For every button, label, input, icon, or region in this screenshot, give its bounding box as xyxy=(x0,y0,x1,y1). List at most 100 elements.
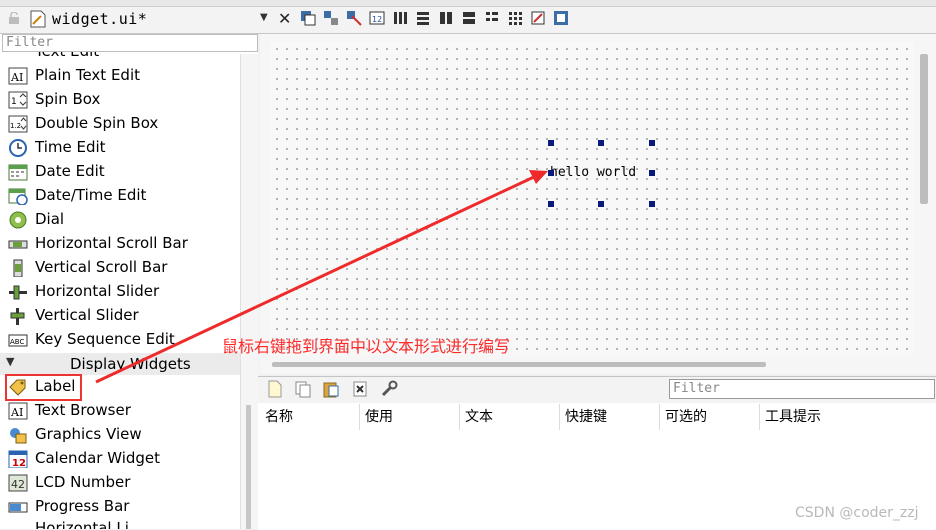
widget-filter-input[interactable]: Filter xyxy=(2,34,258,52)
resize-handle[interactable] xyxy=(598,201,604,207)
layout-splitter-h-icon[interactable] xyxy=(438,10,454,26)
edit-buddies-icon[interactable] xyxy=(346,10,362,26)
close-icon[interactable]: ✕ xyxy=(278,9,291,28)
edit-signals-icon[interactable] xyxy=(323,10,339,26)
widget-item-dial[interactable]: Dial xyxy=(0,208,238,232)
wrench-icon[interactable] xyxy=(380,380,398,398)
lcd-number-icon: 42 xyxy=(8,474,28,492)
scrollbar-thumb[interactable] xyxy=(246,405,251,529)
resize-handle[interactable] xyxy=(598,140,604,146)
lock-icon xyxy=(9,12,19,24)
menu-bar xyxy=(0,0,936,7)
vertical-slider-icon xyxy=(10,308,25,325)
widget-item-double-spin-box[interactable]: 1.2 Double Spin Box xyxy=(0,112,238,136)
resize-handle[interactable] xyxy=(649,170,655,176)
plain-text-edit-icon: AI xyxy=(8,67,28,85)
calendar-widget-icon: 12 xyxy=(8,450,28,468)
column-header-shortcut[interactable]: 快捷键 xyxy=(560,404,660,430)
action-filter-input[interactable]: Filter xyxy=(669,379,935,399)
horizontal-slider-icon xyxy=(9,285,27,300)
editor-horizontal-scrollbar[interactable] xyxy=(272,362,766,367)
widget-item-label: Horizontal Li xyxy=(35,519,129,529)
widget-item-label: Text Browser xyxy=(35,401,131,419)
widget-item-time-edit[interactable]: Time Edit xyxy=(0,136,238,160)
widget-item-label: Vertical Scroll Bar xyxy=(35,258,168,276)
edit-tab-order-icon[interactable]: 12 xyxy=(369,10,385,26)
widget-item-vertical-scroll-bar[interactable]: Vertical Scroll Bar xyxy=(0,256,238,280)
layout-horizontal-icon[interactable] xyxy=(392,10,408,26)
document-tab-title[interactable]: widget.ui* xyxy=(52,10,147,28)
widget-item-label: Dial xyxy=(35,210,65,228)
widget-item-label: Graphics View xyxy=(35,425,142,443)
widget-item-horizontal-slider[interactable]: Horizontal Slider xyxy=(0,280,238,304)
widget-item-label: Time Edit xyxy=(35,138,106,156)
widget-item-label: Spin Box xyxy=(35,90,101,108)
double-spin-box-icon: 1.2 xyxy=(8,115,28,133)
widget-item-vertical-slider[interactable]: Vertical Slider xyxy=(0,304,238,328)
vertical-scrollbar-icon xyxy=(13,259,23,277)
widget-item-text-browser[interactable]: AI Text Browser xyxy=(0,399,238,423)
widget-item-label: Horizontal Slider xyxy=(35,282,160,300)
text-browser-icon: AI xyxy=(8,402,28,420)
widget-item-lcd-number[interactable]: 42 LCD Number xyxy=(0,471,238,495)
svg-text:42: 42 xyxy=(11,478,25,491)
column-header-used[interactable]: 使用 xyxy=(360,404,460,430)
editor-vertical-scrollbar[interactable] xyxy=(920,54,928,204)
action-table-header: 名称 使用 文本 快捷键 可选的 工具提示 xyxy=(260,404,936,430)
widget-item-label: Key Sequence Edit xyxy=(35,330,175,348)
column-header-text[interactable]: 文本 xyxy=(460,404,560,430)
form-canvas[interactable] xyxy=(270,42,914,355)
widget-list-partial-bottom: Horizontal Li xyxy=(0,519,238,529)
widget-item-calendar-widget[interactable]: 12 Calendar Widget xyxy=(0,447,238,471)
column-header-checkable[interactable]: 可选的 xyxy=(660,404,760,430)
chevron-down-icon[interactable]: ▼ xyxy=(260,12,268,23)
widget-item-plain-text-edit[interactable]: AI Plain Text Edit xyxy=(0,64,238,88)
chevron-down-icon[interactable]: ▼ xyxy=(6,355,14,368)
widget-item-label: Progress Bar xyxy=(35,497,130,515)
widget-item-label: LCD Number xyxy=(35,473,131,491)
new-action-icon[interactable] xyxy=(266,380,284,398)
resize-handle[interactable] xyxy=(649,140,655,146)
resize-handle[interactable] xyxy=(649,201,655,207)
column-header-tooltip[interactable]: 工具提示 xyxy=(760,404,936,430)
resize-handle[interactable] xyxy=(548,201,554,207)
layout-splitter-v-icon[interactable] xyxy=(461,10,477,26)
watermark: CSDN @coder_zzj xyxy=(795,505,919,521)
widget-item-spin-box[interactable]: 1 Spin Box xyxy=(0,88,238,112)
widget-item-label: Plain Text Edit xyxy=(35,66,140,84)
resize-handle[interactable] xyxy=(548,170,554,176)
adjust-size-icon[interactable] xyxy=(553,10,569,26)
widget-item-label: Horizontal Scroll Bar xyxy=(35,234,188,252)
widget-item-date-time-edit[interactable]: Date/Time Edit xyxy=(0,184,238,208)
widget-item-label: Date Edit xyxy=(35,162,105,180)
resize-handle[interactable] xyxy=(548,140,554,146)
layout-vertical-icon[interactable] xyxy=(415,10,431,26)
layout-grid-icon[interactable] xyxy=(507,10,523,26)
calendar-icon xyxy=(8,164,28,181)
svg-text:12: 12 xyxy=(12,458,26,468)
widget-item-key-sequence-edit[interactable]: ABC Key Sequence Edit xyxy=(0,328,238,352)
break-layout-icon[interactable] xyxy=(530,10,546,26)
clock-icon xyxy=(9,139,27,157)
copy-action-icon[interactable] xyxy=(294,380,312,398)
category-label: Display Widgets xyxy=(70,355,191,373)
annotation-text: 鼠标右键拖到界面中以文本形式进行编写 xyxy=(222,337,511,356)
widget-item-horizontal-scroll-bar[interactable]: Horizontal Scroll Bar xyxy=(0,232,238,256)
hello-world-label[interactable]: hello world xyxy=(550,165,636,180)
svg-text:12: 12 xyxy=(372,15,382,24)
widget-item-date-edit[interactable]: Date Edit xyxy=(0,160,238,184)
widget-item-graphics-view[interactable]: Graphics View xyxy=(0,423,238,447)
svg-text:ABC: ABC xyxy=(10,338,24,346)
delete-action-icon[interactable] xyxy=(351,380,369,398)
annotation-highlight-box xyxy=(5,374,82,401)
paste-action-icon[interactable] xyxy=(322,380,340,398)
key-sequence-icon: ABC xyxy=(8,334,28,347)
spin-box-icon: 1 xyxy=(8,91,28,109)
edit-widgets-icon[interactable] xyxy=(300,10,316,26)
layout-form-icon[interactable] xyxy=(484,10,500,26)
widget-item-label: Calendar Widget xyxy=(35,449,161,467)
svg-text:AI: AI xyxy=(10,406,23,419)
widget-item-progress-bar[interactable]: Progress Bar xyxy=(0,495,238,519)
column-header-name[interactable]: 名称 xyxy=(260,404,360,430)
dial-icon xyxy=(9,211,27,229)
